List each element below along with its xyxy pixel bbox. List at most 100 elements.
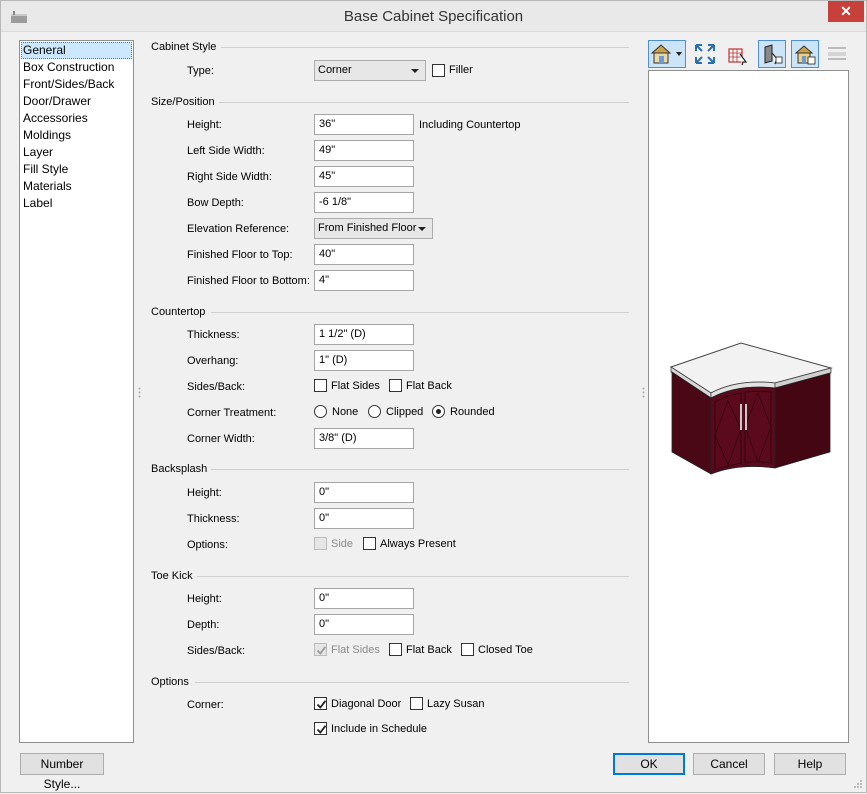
show-lines-icon	[828, 47, 846, 60]
number-style-button[interactable]: Number Style...	[20, 753, 104, 791]
countertop-thickness-label: Thickness:	[187, 329, 240, 341]
show-layout-button[interactable]	[724, 40, 752, 68]
corner-treatment-label: Corner Treatment:	[187, 407, 277, 419]
closed-toe-label: Closed Toe	[478, 644, 533, 656]
camera-view-icon	[650, 44, 682, 64]
left-side-width-input[interactable]: 49"	[314, 140, 414, 161]
nav-item-layer[interactable]: Layer	[21, 144, 132, 161]
preview-pane[interactable]	[648, 70, 849, 743]
right-splitter-grip[interactable]	[642, 387, 645, 399]
toe-kick-flat-sides-checkbox[interactable]	[314, 643, 327, 656]
diagonal-door-label: Diagonal Door	[331, 698, 402, 710]
toe-kick-sides-back-label: Sides/Back:	[187, 645, 246, 657]
toe-kick-depth-label: Depth:	[187, 619, 220, 631]
elevation-reference-value: From Finished Floor	[318, 222, 417, 234]
right-side-width-input[interactable]: 45"	[314, 166, 414, 187]
toe-kick-height-label: Height:	[187, 593, 222, 605]
resize-grip-icon[interactable]	[853, 779, 863, 789]
chevron-down-icon	[418, 227, 426, 231]
countertop-thickness-input[interactable]: 1 1/2" (D)	[314, 324, 414, 345]
section-size-position: Size/Position	[151, 96, 215, 108]
filler-label: Filler	[449, 64, 473, 76]
filler-checkbox[interactable]	[432, 64, 445, 77]
show-door-button[interactable]	[758, 40, 786, 68]
show-lines-button[interactable]	[824, 40, 852, 68]
section-divider	[211, 312, 629, 313]
corner-rounded-label: Rounded	[450, 406, 495, 418]
fill-window-icon	[695, 44, 715, 64]
elevation-reference-label: Elevation Reference:	[187, 223, 290, 235]
corner-none-label: None	[332, 406, 359, 418]
nav-item-materials[interactable]: Materials	[21, 178, 132, 195]
backsplash-side-checkbox[interactable]	[314, 537, 327, 550]
bow-depth-label: Bow Depth:	[187, 197, 244, 209]
nav-item-door-drawer[interactable]: Door/Drawer	[21, 93, 132, 110]
nav-item-box-construction[interactable]: Box Construction	[21, 59, 132, 76]
show-color-button[interactable]	[791, 40, 819, 68]
nav-item-label[interactable]: Label	[21, 195, 132, 212]
include-in-schedule-checkbox[interactable]	[314, 722, 327, 735]
nav-item-fill-style[interactable]: Fill Style	[21, 161, 132, 178]
type-label: Type:	[187, 65, 214, 77]
ok-button[interactable]: OK	[613, 753, 685, 775]
toe-kick-depth-input[interactable]: 0"	[314, 614, 414, 635]
bow-depth-input[interactable]: -6 1/8"	[314, 192, 414, 213]
height-input[interactable]: 36"	[314, 114, 414, 135]
countertop-sides-back-label: Sides/Back:	[187, 381, 246, 393]
elevation-reference-select[interactable]: From Finished Floor	[314, 218, 433, 239]
toe-kick-flat-back-checkbox[interactable]	[389, 643, 402, 656]
category-list[interactable]: General Box Construction Front/Sides/Bac…	[19, 40, 134, 743]
floor-to-bottom-input[interactable]: 4"	[314, 270, 414, 291]
corner-rounded-radio[interactable]	[432, 405, 445, 418]
backsplash-height-label: Height:	[187, 487, 222, 499]
corner-width-input[interactable]: 3/8" (D)	[314, 428, 414, 449]
lazy-susan-label: Lazy Susan	[427, 698, 485, 710]
toe-kick-height-input[interactable]: 0"	[314, 588, 414, 609]
window-title: Base Cabinet Specification	[343, 8, 524, 25]
countertop-flat-back-checkbox[interactable]	[389, 379, 402, 392]
nav-item-accessories[interactable]: Accessories	[21, 110, 132, 127]
overhang-label: Overhang:	[187, 355, 239, 367]
nav-item-moldings[interactable]: Moldings	[21, 127, 132, 144]
left-splitter-grip[interactable]	[138, 387, 141, 399]
section-options: Options	[151, 676, 189, 688]
section-divider	[219, 102, 629, 103]
floor-to-top-input[interactable]: 40"	[314, 244, 414, 265]
countertop-flat-sides-checkbox[interactable]	[314, 379, 327, 392]
dialog-window: Base Cabinet Specification ✕ General Box…	[0, 0, 867, 793]
nav-item-front-sides-back[interactable]: Front/Sides/Back	[21, 76, 132, 93]
help-button[interactable]: Help	[774, 753, 846, 775]
section-divider	[197, 576, 629, 577]
always-present-label: Always Present	[380, 538, 456, 550]
closed-toe-checkbox[interactable]	[461, 643, 474, 656]
nav-item-general[interactable]: General	[21, 42, 132, 59]
show-color-icon	[794, 45, 816, 65]
radio-selected-dot	[436, 409, 441, 414]
floor-to-bottom-label: Finished Floor to Bottom:	[187, 275, 310, 287]
height-label: Height:	[187, 119, 222, 131]
fill-window-button[interactable]	[691, 40, 719, 68]
type-select-value: Corner	[318, 64, 352, 76]
overhang-input[interactable]: 1" (D)	[314, 350, 414, 371]
backsplash-thickness-input[interactable]: 0"	[314, 508, 414, 529]
backsplash-height-input[interactable]: 0"	[314, 482, 414, 503]
corner-none-radio[interactable]	[314, 405, 327, 418]
show-door-icon	[764, 44, 783, 65]
lazy-susan-checkbox[interactable]	[410, 697, 423, 710]
corner-clipped-radio[interactable]	[368, 405, 381, 418]
cancel-button[interactable]: Cancel	[693, 753, 765, 775]
camera-view-button[interactable]	[648, 40, 686, 68]
always-present-checkbox[interactable]	[363, 537, 376, 550]
corner-width-label: Corner Width:	[187, 433, 255, 445]
chevron-down-icon	[411, 69, 419, 73]
corner-clipped-label: Clipped	[386, 406, 424, 418]
section-divider	[211, 469, 629, 470]
toe-kick-flat-sides-label: Flat Sides	[331, 644, 380, 656]
diagonal-door-checkbox[interactable]	[314, 697, 327, 710]
left-side-width-label: Left Side Width:	[187, 145, 265, 157]
checkmark-icon	[316, 700, 327, 709]
type-select[interactable]: Corner	[314, 60, 426, 81]
show-layout-icon	[728, 48, 748, 66]
backsplash-thickness-label: Thickness:	[187, 513, 240, 525]
close-button[interactable]: ✕	[828, 1, 864, 22]
